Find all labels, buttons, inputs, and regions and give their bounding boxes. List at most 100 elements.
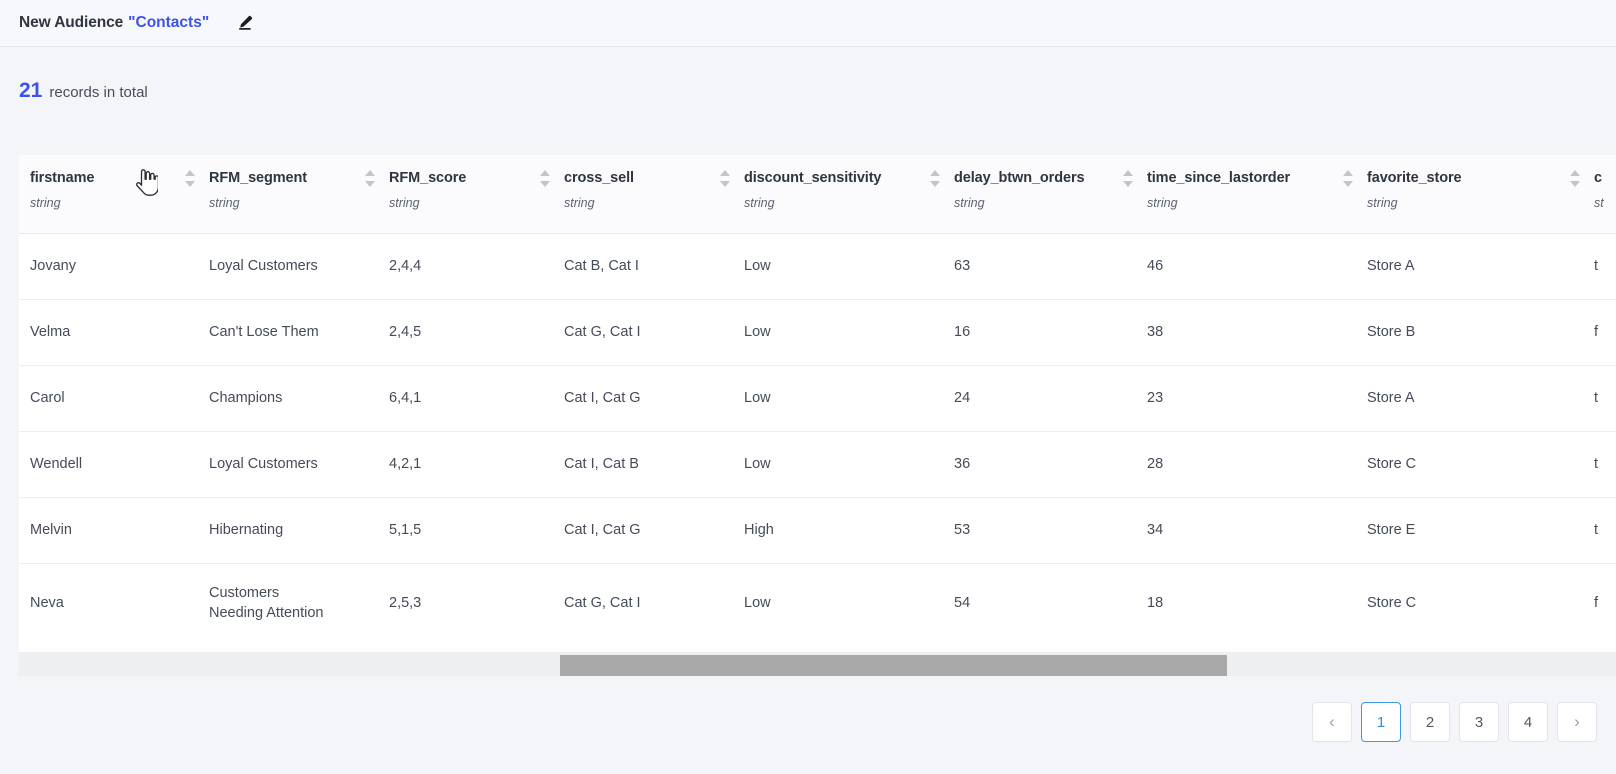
cell-rfm-score: 2,4,4	[389, 233, 564, 300]
table-scroll-viewport[interactable]: firstname string RFM_segment string RFM_…	[19, 155, 1616, 652]
sort-updown-icon[interactable]	[1569, 170, 1580, 187]
cell-discount-sensitivity: Low	[744, 595, 771, 612]
cell-favorite-store: Store A	[1367, 365, 1594, 432]
cell-rfm-score: 2,4,5	[389, 299, 564, 366]
cell-rfm-score: 5,1,5	[389, 497, 564, 564]
table-row[interactable]: Velma Can't Lose Them 2,4,5 Cat G, Cat I…	[19, 299, 1616, 366]
pagination-next-button[interactable]: ›	[1557, 702, 1597, 742]
column-type-label: string	[1367, 196, 1398, 210]
table-header-row: firstname string RFM_segment string RFM_…	[19, 155, 1616, 234]
cell-discount-sensitivity: Low	[744, 233, 954, 300]
audience-name: "Contacts"	[128, 14, 210, 31]
cell-clipped: f	[1594, 595, 1599, 612]
column-type-label: string	[389, 196, 420, 210]
cell-clipped: t	[1594, 233, 1616, 300]
cell-cross-sell: Cat G, Cat I	[564, 595, 641, 612]
sort-updown-icon[interactable]	[364, 170, 375, 187]
table-row[interactable]: Jovany Loyal Customers 2,4,4 Cat B, Cat …	[19, 233, 1616, 300]
cell-favorite-store: Store B	[1367, 299, 1594, 366]
column-type-label: string	[744, 196, 775, 210]
cell-time-since-lastorder: 34	[1147, 497, 1367, 564]
cell-rfm-score: 6,4,1	[389, 365, 564, 432]
cell-cross-sell: Cat I, Cat B	[564, 431, 744, 498]
column-header-label: cross_sell	[564, 170, 634, 186]
horizontal-scrollbar-thumb[interactable]	[560, 655, 1227, 676]
table-row[interactable]: Wendell Loyal Customers 4,2,1 Cat I, Cat…	[19, 431, 1616, 498]
cell-time-since-lastorder: 23	[1147, 365, 1367, 432]
column-type-label: string	[564, 196, 595, 210]
cell-time-since-lastorder: 28	[1147, 431, 1367, 498]
column-type-label: string	[954, 196, 985, 210]
cell-clipped: t	[1594, 431, 1616, 498]
cell-time-since-lastorder: 46	[1147, 233, 1367, 300]
cell-clipped: t	[1594, 365, 1616, 432]
cell-rfm-segment: Hibernating	[209, 497, 389, 564]
horizontal-scrollbar-track[interactable]	[19, 652, 1616, 676]
cell-discount-sensitivity: Low	[744, 431, 954, 498]
records-summary: 21 records in total	[0, 47, 1616, 115]
cell-delay-btwn-orders: 36	[954, 431, 1147, 498]
column-header-firstname[interactable]: firstname string	[19, 155, 209, 234]
column-header-cross-sell[interactable]: cross_sell string	[564, 155, 744, 234]
cell-firstname: Wendell	[19, 431, 209, 498]
cell-rfm-segment: Customers Needing Attention	[209, 585, 324, 622]
cell-cross-sell: Cat B, Cat I	[564, 233, 744, 300]
column-header-delay-btwn-orders[interactable]: delay_btwn_orders string	[954, 155, 1147, 234]
pagination-prev-button[interactable]: ‹	[1312, 702, 1352, 742]
column-type-label: string	[30, 196, 61, 210]
sort-updown-icon[interactable]	[719, 170, 730, 187]
pagination-page-1[interactable]: 1	[1361, 702, 1401, 742]
cell-delay-btwn-orders: 24	[954, 365, 1147, 432]
cell-clipped: f	[1594, 299, 1616, 366]
page-title: New Audience	[19, 14, 124, 31]
table-row[interactable]: Neva Customers Needing Attention 2,5,3 C…	[19, 563, 1616, 643]
sort-updown-icon[interactable]	[1342, 170, 1353, 187]
cell-rfm-segment: Can't Lose Them	[209, 299, 389, 366]
sort-updown-icon[interactable]	[929, 170, 940, 187]
records-label: records in total	[49, 84, 148, 101]
cell-discount-sensitivity: Low	[744, 299, 954, 366]
column-header-time-since-lastorder[interactable]: time_since_lastorder string	[1147, 155, 1367, 234]
cell-rfm-segment: Loyal Customers	[209, 233, 389, 300]
column-header-discount-sensitivity[interactable]: discount_sensitivity string	[744, 155, 954, 234]
table-body: Jovany Loyal Customers 2,4,4 Cat B, Cat …	[19, 233, 1616, 643]
column-header-label: delay_btwn_orders	[954, 170, 1085, 186]
column-type-label: string	[209, 196, 240, 210]
pagination-page-3[interactable]: 3	[1459, 702, 1499, 742]
cell-firstname: Melvin	[19, 497, 209, 564]
pagination: ‹ 1 2 3 4 ›	[1312, 702, 1597, 742]
cell-favorite-store: Store E	[1367, 497, 1594, 564]
cell-firstname: Velma	[19, 299, 209, 366]
column-header-label: firstname	[30, 170, 95, 186]
column-header-favorite-store[interactable]: favorite_store string	[1367, 155, 1594, 234]
sort-updown-icon[interactable]	[539, 170, 550, 187]
cell-firstname: Neva	[30, 595, 64, 612]
cell-firstname: Jovany	[19, 233, 209, 300]
pagination-page-4[interactable]: 4	[1508, 702, 1548, 742]
sort-updown-icon[interactable]	[1122, 170, 1133, 187]
cell-discount-sensitivity: High	[744, 497, 954, 564]
sort-updown-icon[interactable]	[184, 170, 195, 187]
cell-favorite-store: Store C	[1367, 595, 1417, 612]
cell-cross-sell: Cat G, Cat I	[564, 299, 744, 366]
column-header-rfm-score[interactable]: RFM_score string	[389, 155, 564, 234]
pencil-icon[interactable]	[235, 13, 255, 33]
table-row[interactable]: Melvin Hibernating 5,1,5 Cat I, Cat G Hi…	[19, 497, 1616, 564]
cell-rfm-segment: Loyal Customers	[209, 431, 389, 498]
cell-delay-btwn-orders: 16	[954, 299, 1147, 366]
column-type-label: st	[1594, 196, 1604, 210]
cell-rfm-segment: Champions	[209, 365, 389, 432]
cell-rfm-score: 2,5,3	[389, 595, 422, 612]
cell-favorite-store: Store C	[1367, 431, 1594, 498]
column-header-rfm-segment[interactable]: RFM_segment string	[209, 155, 389, 234]
data-table-region: firstname string RFM_segment string RFM_…	[19, 155, 1616, 676]
table-row[interactable]: Carol Champions 6,4,1 Cat I, Cat G Low 2…	[19, 365, 1616, 432]
column-header-label: favorite_store	[1367, 170, 1462, 186]
cell-clipped: t	[1594, 497, 1616, 564]
column-header-clipped[interactable]: c st	[1594, 155, 1616, 234]
pagination-page-2[interactable]: 2	[1410, 702, 1450, 742]
column-header-label: RFM_score	[389, 170, 467, 186]
cell-time-since-lastorder: 18	[1147, 595, 1164, 612]
cell-favorite-store: Store A	[1367, 233, 1594, 300]
column-type-label: string	[1147, 196, 1178, 210]
